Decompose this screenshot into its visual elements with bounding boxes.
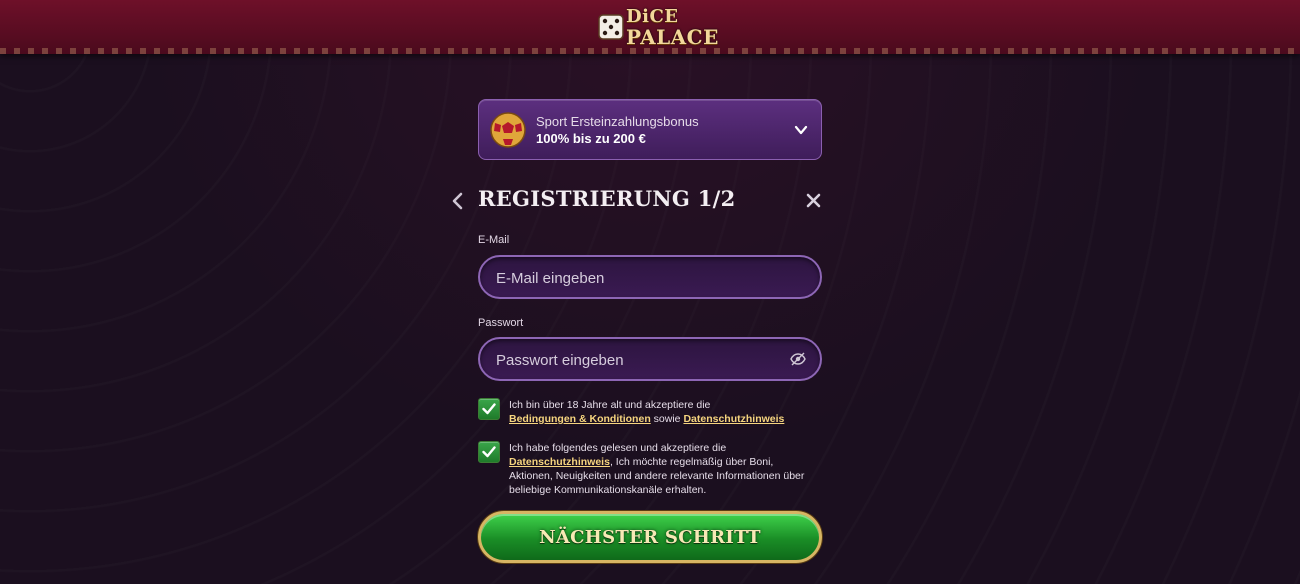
bonus-title: Sport Ersteinzahlungsbonus xyxy=(536,114,699,129)
age-terms-text: Ich bin über 18 Jahre alt und akzeptiere… xyxy=(509,398,819,426)
privacy-link[interactable]: Datenschutzhinweis xyxy=(509,456,610,468)
eye-slash-icon[interactable] xyxy=(790,352,806,366)
close-icon[interactable] xyxy=(805,192,822,209)
password-label: Passwort xyxy=(478,317,524,329)
terms-link[interactable]: Bedingungen & Konditionen xyxy=(509,413,651,425)
consent-text-middle: sowie xyxy=(653,413,681,425)
logo-text-dice: DiCE xyxy=(626,6,679,27)
logo-text-palace: PALACE xyxy=(626,25,719,49)
email-label: E-Mail xyxy=(478,234,510,246)
email-field-wrapper xyxy=(478,255,822,299)
marketing-consent-text: Ich habe folgendes gelesen und akzeptier… xyxy=(509,441,819,497)
football-icon xyxy=(490,112,526,148)
consent-text: Ich habe folgendes gelesen und akzeptier… xyxy=(509,442,727,454)
password-field[interactable] xyxy=(494,339,788,381)
marketing-consent-checkbox[interactable] xyxy=(478,441,500,463)
bonus-selector[interactable]: Sport Ersteinzahlungsbonus 100% bis zu 2… xyxy=(478,99,822,160)
password-field-wrapper xyxy=(478,337,822,381)
dice-palace-logo[interactable]: DiCE PALACE xyxy=(596,4,718,49)
email-field[interactable] xyxy=(494,257,788,299)
bonus-amount: 100% bis zu 200 € xyxy=(536,131,646,146)
consent-text: Ich bin über 18 Jahre alt und akzeptiere… xyxy=(509,399,711,411)
chevron-down-icon[interactable] xyxy=(793,122,809,138)
top-bar: DiCE PALACE xyxy=(0,0,1300,54)
page-title: REGISTRIERUNG 1/2 xyxy=(478,186,736,211)
age-terms-checkbox[interactable] xyxy=(478,398,500,420)
next-step-label: NÄCHSTER SCHRITT xyxy=(539,526,761,548)
dice-icon xyxy=(598,14,624,40)
privacy-link[interactable]: Datenschutzhinweis xyxy=(683,413,784,425)
next-step-button[interactable]: NÄCHSTER SCHRITT xyxy=(478,511,822,563)
checkmark-icon xyxy=(482,403,496,415)
checkmark-icon xyxy=(482,446,496,458)
chevron-left-icon[interactable] xyxy=(450,191,466,211)
